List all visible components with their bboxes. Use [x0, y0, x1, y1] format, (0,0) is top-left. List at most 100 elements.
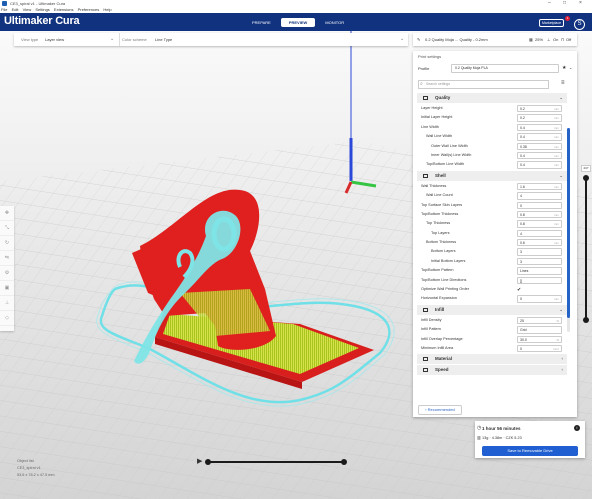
- setting-value-field[interactable]: 0.8 mm: [517, 220, 562, 228]
- setting-value-field[interactable]: 0.2 mm: [517, 114, 562, 122]
- info-icon[interactable]: i: [574, 425, 580, 431]
- layer-top-handle[interactable]: [583, 175, 589, 181]
- adhesion-summary: Off: [566, 37, 572, 42]
- account-avatar[interactable]: S: [574, 19, 585, 30]
- layer-track[interactable]: [585, 177, 587, 321]
- setting-value-field[interactable]: 0 mm: [517, 295, 562, 303]
- move-tool-icon[interactable]: ✥: [0, 206, 14, 221]
- star-icon[interactable]: ★: [562, 65, 566, 71]
- menu-preferences[interactable]: Preferences: [78, 7, 100, 12]
- color-scheme-select[interactable]: Line Type: [155, 33, 172, 46]
- play-icon[interactable]: ▶: [197, 458, 202, 466]
- maximize-icon[interactable]: □: [563, 0, 566, 7]
- search-settings-input[interactable]: Search settings: [418, 80, 549, 89]
- mirror-tool-icon[interactable]: ⇋: [0, 251, 14, 266]
- support-blocker-icon[interactable]: ▣: [0, 281, 14, 296]
- setting-value-field[interactable]: 0.38 mm: [517, 142, 562, 150]
- section-shell[interactable]: Shell ⌄: [417, 170, 567, 181]
- menu-settings[interactable]: Settings: [35, 7, 49, 12]
- chevron-down-icon[interactable]: ⌄: [559, 171, 563, 181]
- setting-row: Optimize Wall Printing Order ✔: [417, 285, 567, 294]
- chevron-down-icon[interactable]: ⌄: [110, 33, 114, 46]
- menu-edit[interactable]: Edit: [12, 7, 19, 12]
- path-slider[interactable]: [207, 461, 343, 463]
- scale-tool-icon[interactable]: ⤡: [0, 221, 14, 236]
- section-material[interactable]: Material ‹: [417, 354, 567, 365]
- chevron-down-icon[interactable]: ⌄: [559, 93, 563, 103]
- profile-summary[interactable]: 0.2 Quality Moja ... Quality - 0.2mm: [425, 33, 488, 46]
- rotate-tool-icon[interactable]: ↻: [0, 236, 14, 251]
- setting-value-field[interactable]: 0.2 mm: [517, 105, 562, 113]
- setting-value-field[interactable]: Lines: [517, 267, 562, 275]
- section-title: Speed: [435, 367, 449, 373]
- setting-value-field[interactable]: 0 mm²: [517, 344, 562, 353]
- chevron-down-icon[interactable]: ⌄: [400, 33, 404, 46]
- setting-value-field[interactable]: 0.6 mm: [517, 239, 562, 247]
- profile-select[interactable]: 0.2 Quality Moja PLA: [451, 64, 559, 73]
- setting-value: 25: [520, 318, 524, 323]
- view-type-select[interactable]: Layer view: [45, 33, 64, 46]
- chevron-left-icon[interactable]: ‹: [562, 365, 564, 375]
- setting-value-field[interactable]: []: [517, 276, 562, 285]
- menu-help[interactable]: Help: [103, 7, 111, 12]
- chevron-down-icon[interactable]: ⌄: [569, 65, 572, 70]
- support-icon: ⊥: [547, 37, 551, 42]
- tab-prepare[interactable]: PREPARE: [244, 18, 279, 27]
- setting-value-field[interactable]: 4: [517, 192, 562, 200]
- app-logo: Ultimaker Cura: [4, 15, 80, 27]
- settings-scrollbar[interactable]: [567, 128, 570, 332]
- menu-icon[interactable]: ≡: [561, 80, 565, 86]
- section-speed[interactable]: Speed ‹: [417, 365, 567, 376]
- setting-value-field[interactable]: 0.8 mm: [517, 210, 562, 219]
- menu-extensions[interactable]: Extensions: [54, 7, 74, 12]
- section-quality[interactable]: Quality ⌄: [417, 93, 567, 103]
- per-model-settings-icon[interactable]: ⚙: [0, 266, 14, 281]
- setting-value-field[interactable]: 0.4 mm: [517, 133, 562, 141]
- tool-icon[interactable]: ◇: [0, 311, 14, 326]
- layer-slider[interactable]: 237: [581, 165, 591, 323]
- layer-playback: ▶: [195, 458, 353, 466]
- clock-icon: ◷: [477, 425, 482, 431]
- save-to-drive-button[interactable]: Save to Removable Drive: [482, 446, 578, 456]
- custom-supports-icon[interactable]: ⊥: [0, 296, 14, 311]
- tab-monitor[interactable]: MONITOR: [317, 18, 352, 27]
- close-icon[interactable]: ×: [579, 0, 582, 7]
- setting-value-field[interactable]: 3: [517, 248, 562, 256]
- setting-row: Top Surface Skin Layers 0: [417, 201, 567, 210]
- object-list-toggle[interactable]: Object list: [17, 458, 55, 465]
- layer-bottom-handle[interactable]: [583, 317, 589, 323]
- setting-label: Horizontal Expansion: [421, 296, 457, 301]
- tab-preview[interactable]: PREVIEW: [280, 18, 316, 27]
- setting-unit: mm: [554, 125, 559, 130]
- chevron-down-icon[interactable]: ⌄: [559, 305, 563, 315]
- recommended-button[interactable]: ‹ Recommended: [418, 405, 462, 415]
- menu-view[interactable]: View: [23, 7, 32, 12]
- minimize-icon[interactable]: –: [548, 0, 551, 7]
- scrollbar-thumb[interactable]: [567, 128, 570, 318]
- chevron-left-icon[interactable]: ‹: [562, 354, 564, 364]
- toolbar: ✥ ⤡ ↻ ⇋ ⚙ ▣ ⊥ ◇: [0, 206, 14, 331]
- print-setup-bar[interactable]: ✎ 0.2 Quality Moja ... Quality - 0.2mm ▦…: [413, 33, 577, 46]
- layer-number[interactable]: 237: [581, 165, 591, 172]
- infill-summary: 25%: [535, 37, 544, 42]
- setting-label: Optimize Wall Printing Order: [421, 287, 469, 292]
- setting-value-field[interactable]: 0.4 mm: [517, 161, 562, 169]
- path-end-handle[interactable]: [341, 459, 347, 465]
- section-infill[interactable]: Infill ⌄: [417, 304, 567, 315]
- section-icon: [423, 357, 428, 362]
- setting-value-field[interactable]: 25%: [517, 316, 562, 325]
- setting-row: Top/Bottom Thickness 0.8 mm: [417, 210, 567, 219]
- marketplace-button[interactable]: Marketplace: [539, 19, 564, 27]
- setting-row: Bottom Thickness 0.6 mm: [417, 238, 567, 247]
- path-start-handle[interactable]: [205, 459, 211, 465]
- setting-value-field[interactable]: 0.4 mm: [517, 123, 562, 132]
- setting-row: Infill Pattern Grid: [417, 325, 567, 334]
- setting-value-field[interactable]: 0: [517, 201, 562, 209]
- setting-value-field[interactable]: 3: [517, 257, 562, 266]
- setting-value-field[interactable]: 1.6 mm: [517, 182, 562, 191]
- setting-value-field[interactable]: 30.0%: [517, 335, 562, 343]
- setting-value-field[interactable]: Grid: [517, 326, 562, 334]
- setting-value-field[interactable]: 0.4 mm: [517, 151, 562, 160]
- setting-value-field[interactable]: 4: [517, 229, 562, 238]
- menu-file[interactable]: File: [1, 7, 7, 12]
